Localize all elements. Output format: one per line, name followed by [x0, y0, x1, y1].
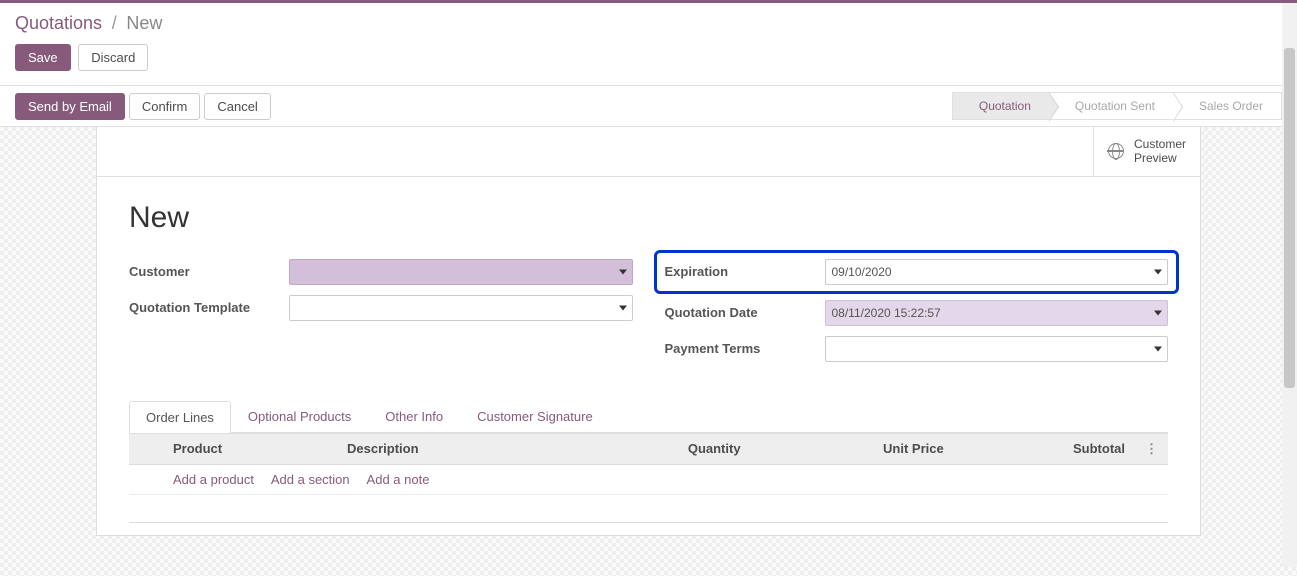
- col-subtotal: Subtotal: [954, 433, 1135, 464]
- discard-button[interactable]: Discard: [78, 44, 148, 71]
- payment-terms-field[interactable]: [825, 336, 1169, 362]
- preview-row: CustomerPreview: [97, 127, 1200, 177]
- globe-icon: [1108, 143, 1124, 159]
- order-lines-table: Product Description Quantity Unit Price …: [129, 433, 1168, 523]
- status-steps: Quotation Quotation Sent Sales Order: [952, 92, 1282, 120]
- table-empty-row: [129, 494, 1168, 522]
- payment-terms-label: Payment Terms: [665, 341, 825, 356]
- add-product-link[interactable]: Add a product: [173, 472, 254, 487]
- save-button[interactable]: Save: [15, 44, 71, 71]
- chevron-down-icon: [1154, 269, 1162, 274]
- tab-optional-products[interactable]: Optional Products: [231, 400, 368, 432]
- right-column: Expiration 09/10/2020 Quotation Date 08/…: [665, 259, 1169, 372]
- expiration-label: Expiration: [665, 264, 825, 279]
- quotation-date-field[interactable]: 08/11/2020 15:22:57: [825, 300, 1169, 326]
- table-add-row: Add a product Add a section Add a note: [129, 464, 1168, 494]
- tabs: Order Lines Optional Products Other Info…: [129, 400, 1168, 433]
- quotation-template-label: Quotation Template: [129, 300, 289, 315]
- customer-label: Customer: [129, 264, 289, 279]
- status-step-quotation[interactable]: Quotation: [952, 92, 1049, 120]
- chevron-down-icon: [619, 305, 627, 310]
- quotation-template-field[interactable]: [289, 295, 633, 321]
- left-column: Customer Quotation Template: [129, 259, 633, 372]
- record-title: New: [129, 201, 1168, 235]
- status-step-sales-order[interactable]: Sales Order: [1173, 92, 1282, 120]
- save-discard-row: Save Discard: [0, 38, 1297, 85]
- customer-preview-label: CustomerPreview: [1134, 137, 1186, 166]
- expiration-highlight: Expiration 09/10/2020: [654, 250, 1180, 294]
- col-unit-price: Unit Price: [751, 433, 954, 464]
- cancel-button[interactable]: Cancel: [204, 93, 270, 120]
- form-background: CustomerPreview New Customer Quotatio: [0, 127, 1297, 576]
- breadcrumb-current: New: [126, 13, 162, 33]
- quotation-date-label: Quotation Date: [665, 305, 825, 320]
- col-product: Product: [163, 433, 337, 464]
- col-description: Description: [337, 433, 567, 464]
- breadcrumb-separator: /: [112, 13, 117, 33]
- tab-order-lines[interactable]: Order Lines: [129, 401, 231, 433]
- col-handle: [129, 433, 163, 464]
- scroll-thumb[interactable]: [1284, 48, 1295, 388]
- chevron-down-icon: [619, 269, 627, 274]
- chevron-down-icon: [1154, 346, 1162, 351]
- customer-preview-button[interactable]: CustomerPreview: [1093, 127, 1200, 176]
- col-options[interactable]: ⋮: [1135, 433, 1168, 464]
- expiration-field[interactable]: 09/10/2020: [825, 259, 1169, 285]
- breadcrumb: Quotations / New: [0, 3, 1297, 38]
- col-quantity: Quantity: [567, 433, 750, 464]
- add-section-link[interactable]: Add a section: [271, 472, 350, 487]
- statusbar: Send by Email Confirm Cancel Quotation Q…: [0, 85, 1297, 127]
- send-by-email-button[interactable]: Send by Email: [15, 93, 125, 120]
- form-sheet: CustomerPreview New Customer Quotatio: [96, 127, 1201, 536]
- tab-other-info[interactable]: Other Info: [368, 400, 460, 432]
- vertical-scrollbar[interactable]: [1282, 3, 1297, 567]
- breadcrumb-root[interactable]: Quotations: [15, 13, 102, 33]
- confirm-button[interactable]: Confirm: [129, 93, 201, 120]
- chevron-down-icon: [1154, 310, 1162, 315]
- customer-field[interactable]: [289, 259, 633, 285]
- add-note-link[interactable]: Add a note: [367, 472, 430, 487]
- tab-customer-signature[interactable]: Customer Signature: [460, 400, 610, 432]
- status-step-quotation-sent[interactable]: Quotation Sent: [1049, 92, 1173, 120]
